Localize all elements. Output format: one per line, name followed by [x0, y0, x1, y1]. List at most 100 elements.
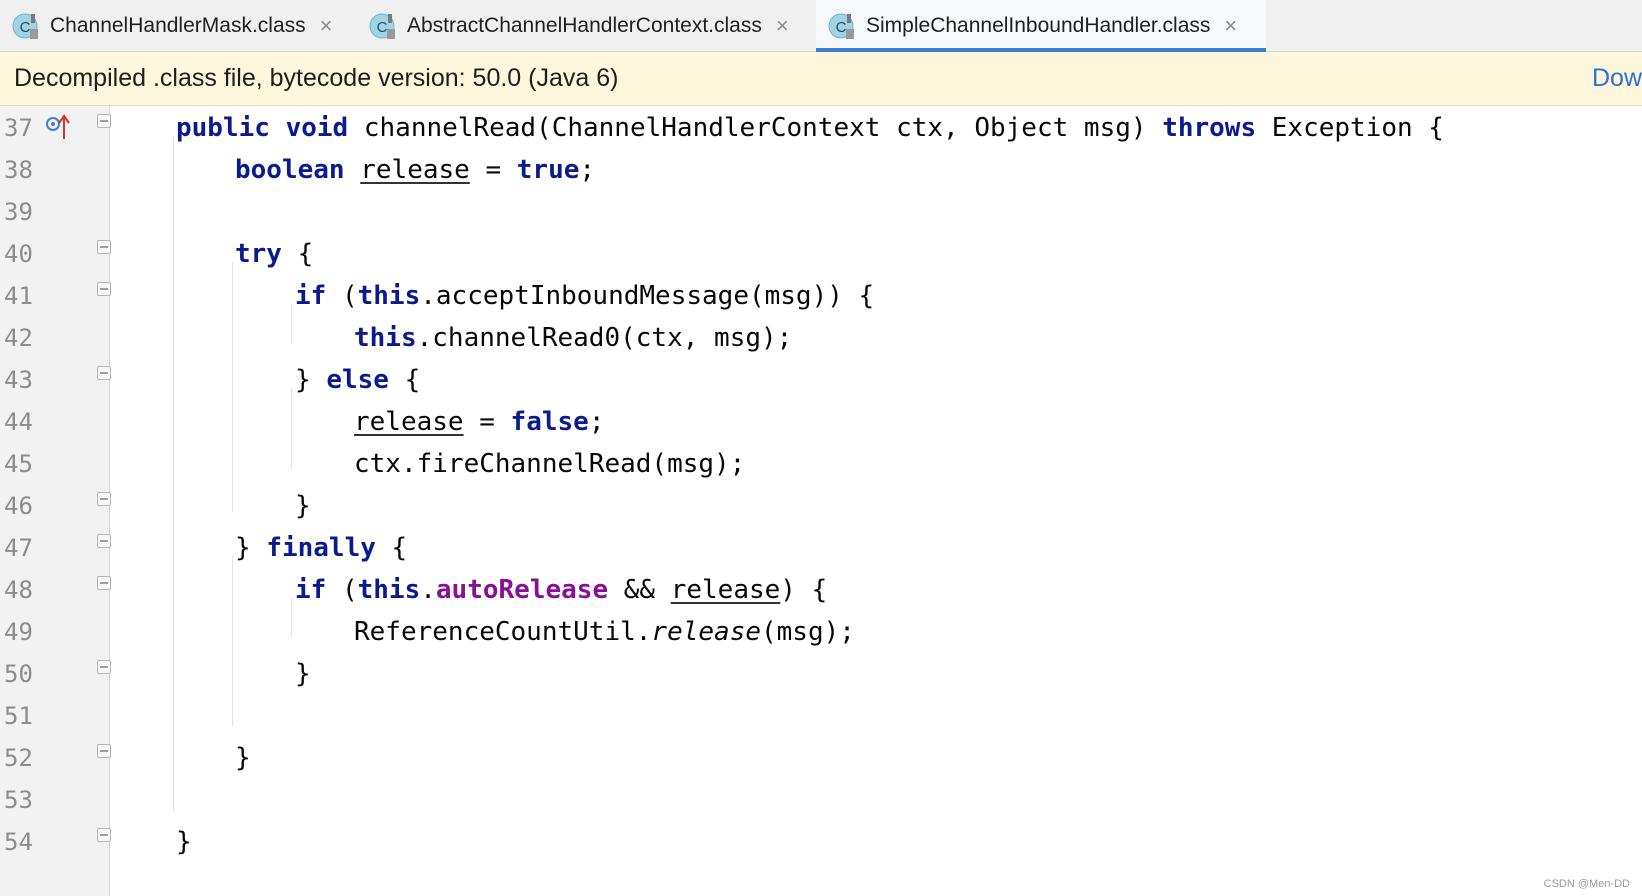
code-line: 42 this.channelRead0(ctx, msg); — [0, 316, 1642, 360]
code-line: 50 } — [0, 652, 1642, 696]
line-number: 52 — [4, 744, 33, 772]
tab-label: ChannelHandlerMask.class — [50, 14, 306, 37]
line-number: 54 — [4, 828, 33, 856]
code-line: 49 ReferenceCountUtil.release(msg); — [0, 610, 1642, 654]
line-number: 43 — [4, 366, 33, 394]
tab-abstract-channel-handler-context[interactable]: C AbstractChannelHandlerContext.class × — [357, 0, 813, 52]
code-text: } — [295, 365, 327, 395]
code-line: 51 — [0, 694, 1642, 738]
keyword: boolean — [235, 155, 345, 185]
variable: release — [354, 407, 464, 437]
field: autoRelease — [435, 575, 609, 605]
code-text: Exception { — [1256, 113, 1444, 143]
svg-text:C: C — [836, 19, 847, 36]
line-number: 49 — [4, 618, 33, 646]
code-text: ; — [579, 155, 596, 185]
line-number: 37 — [4, 114, 33, 142]
code-text: .channelRead0(ctx, msg); — [416, 323, 793, 353]
static-method: release — [651, 617, 761, 647]
keyword: public — [176, 113, 270, 143]
code-line: 52 } — [0, 736, 1642, 780]
keyword: void — [285, 113, 349, 143]
tab-label: SimpleChannelInboundHandler.class — [866, 14, 1211, 37]
code-text: } — [235, 533, 267, 563]
java-class-icon: C — [10, 10, 42, 42]
line-number: 44 — [4, 408, 33, 436]
editor-tab-bar: C ChannelHandlerMask.class × C AbstractC… — [0, 0, 1642, 53]
code-text: channelRead(ChannelHandlerContext ctx, O… — [348, 113, 1163, 143]
tab-channel-handler-mask[interactable]: C ChannelHandlerMask.class × — [0, 0, 354, 52]
line-number: 46 — [4, 492, 33, 520]
code-text: ( — [326, 575, 358, 605]
code-line: 47 } finally { — [0, 526, 1642, 570]
code-text: } — [295, 491, 311, 521]
code-line: 54 } — [0, 820, 1642, 864]
code-line: 43 } else { — [0, 358, 1642, 402]
svg-text:C: C — [20, 19, 31, 36]
code-text: . — [420, 575, 436, 605]
watermark: CSDN @Men-DD — [1543, 878, 1630, 890]
code-text: && — [608, 575, 671, 605]
keyword: this — [354, 323, 417, 353]
keyword: if — [295, 575, 327, 605]
code-text: } — [235, 743, 251, 773]
keyword: true — [516, 155, 580, 185]
code-text: ctx.fireChannelRead(msg); — [354, 449, 746, 479]
code-text: { — [281, 239, 314, 269]
code-text: { — [388, 365, 421, 395]
keyword: false — [510, 407, 589, 437]
tab-label: AbstractChannelHandlerContext.class — [407, 14, 762, 37]
close-icon[interactable]: × — [320, 15, 333, 37]
code-line: 46 } — [0, 484, 1642, 528]
line-number: 50 — [4, 660, 33, 688]
code-text: .acceptInboundMessage(msg)) { — [420, 281, 875, 311]
keyword: else — [326, 365, 389, 395]
code-line: 39 — [0, 190, 1642, 234]
code-text: } — [295, 659, 311, 689]
line-number: 51 — [4, 702, 33, 730]
code-line: 45 ctx.fireChannelRead(msg); — [0, 442, 1642, 486]
keyword: if — [295, 281, 327, 311]
svg-text:C: C — [377, 19, 388, 36]
line-number: 40 — [4, 240, 33, 268]
banner-message: Decompiled .class file, bytecode version… — [14, 64, 619, 92]
code-line: 40 try { — [0, 232, 1642, 276]
code-text: } — [176, 827, 192, 857]
close-icon[interactable]: × — [776, 15, 789, 37]
code-text: { — [375, 533, 408, 563]
line-number: 45 — [4, 450, 33, 478]
code-editor[interactable]: 37 public void channelRead(ChannelHandle… — [0, 106, 1642, 896]
line-number: 39 — [4, 198, 33, 226]
code-line: 53 — [0, 778, 1642, 822]
line-number: 41 — [4, 282, 33, 310]
line-number: 48 — [4, 576, 33, 604]
code-text: ) { — [780, 575, 828, 605]
line-number: 38 — [4, 156, 33, 184]
code-text: = — [463, 407, 511, 437]
variable: release — [670, 575, 781, 605]
line-number: 53 — [4, 786, 33, 814]
code-line: 38 boolean release = true; — [0, 148, 1642, 192]
code-text: ; — [588, 407, 605, 437]
close-icon[interactable]: × — [1224, 15, 1237, 37]
variable: release — [360, 155, 470, 185]
code-text: = — [469, 155, 517, 185]
code-line: 44 release = false; — [0, 400, 1642, 444]
keyword: throws — [1162, 113, 1257, 143]
keyword: this — [357, 575, 421, 605]
code-text: ( — [326, 281, 358, 311]
tab-simple-channel-inbound-handler[interactable]: C SimpleChannelInboundHandler.class × — [816, 0, 1266, 53]
java-class-icon: C — [826, 10, 858, 42]
code-line: 41 if (this.acceptInboundMessage(msg)) { — [0, 274, 1642, 318]
keyword: finally — [266, 533, 376, 563]
code-line: 37 public void channelRead(ChannelHandle… — [0, 106, 1642, 150]
java-class-icon: C — [367, 10, 399, 42]
keyword: this — [357, 281, 421, 311]
code-text: ReferenceCountUtil. — [354, 617, 652, 647]
keyword: try — [235, 239, 282, 269]
line-number: 42 — [4, 324, 33, 352]
download-sources-link[interactable]: Dow — [1592, 64, 1642, 93]
code-line: 48 if (this.autoRelease && release) { — [0, 568, 1642, 612]
decompiled-notice-banner: Decompiled .class file, bytecode version… — [0, 52, 1642, 106]
line-number: 47 — [4, 534, 33, 562]
